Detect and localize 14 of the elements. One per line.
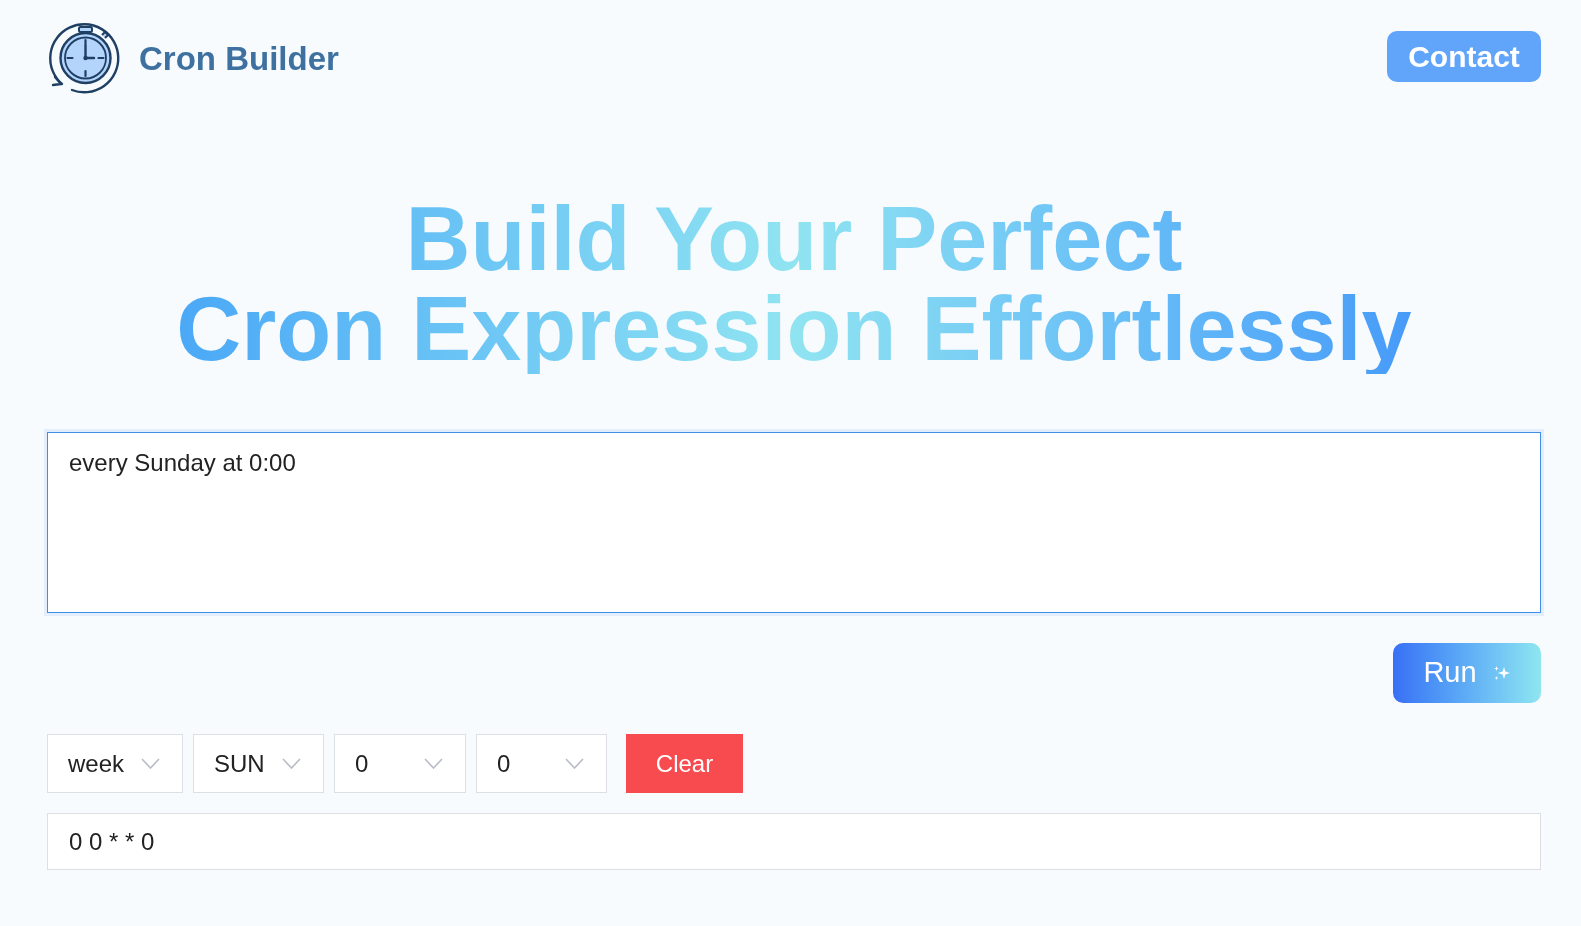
dropdown[interactable]: 0	[334, 734, 466, 793]
chevron-down-icon	[424, 758, 443, 769]
chevron-down-icon	[141, 758, 160, 769]
dropdown[interactable]: 0	[476, 734, 607, 793]
dropdown[interactable]: week	[47, 734, 183, 793]
hero-heading-line: Cron Expression Effortlessly	[176, 284, 1412, 374]
sparkle-icon	[1492, 664, 1511, 682]
cron-expression-field[interactable]: 0 0 * * 0	[47, 813, 1541, 870]
chevron-down-icon	[282, 758, 301, 769]
dropdown[interactable]: SUN	[193, 734, 324, 793]
chevron-down-icon	[565, 758, 584, 769]
schedule-description-field[interactable]: every Sunday at 0:00	[48, 433, 1540, 612]
hero-heading-line: Build Your Perfect	[404, 194, 1184, 284]
logo-text: Cron Builder	[139, 41, 339, 75]
